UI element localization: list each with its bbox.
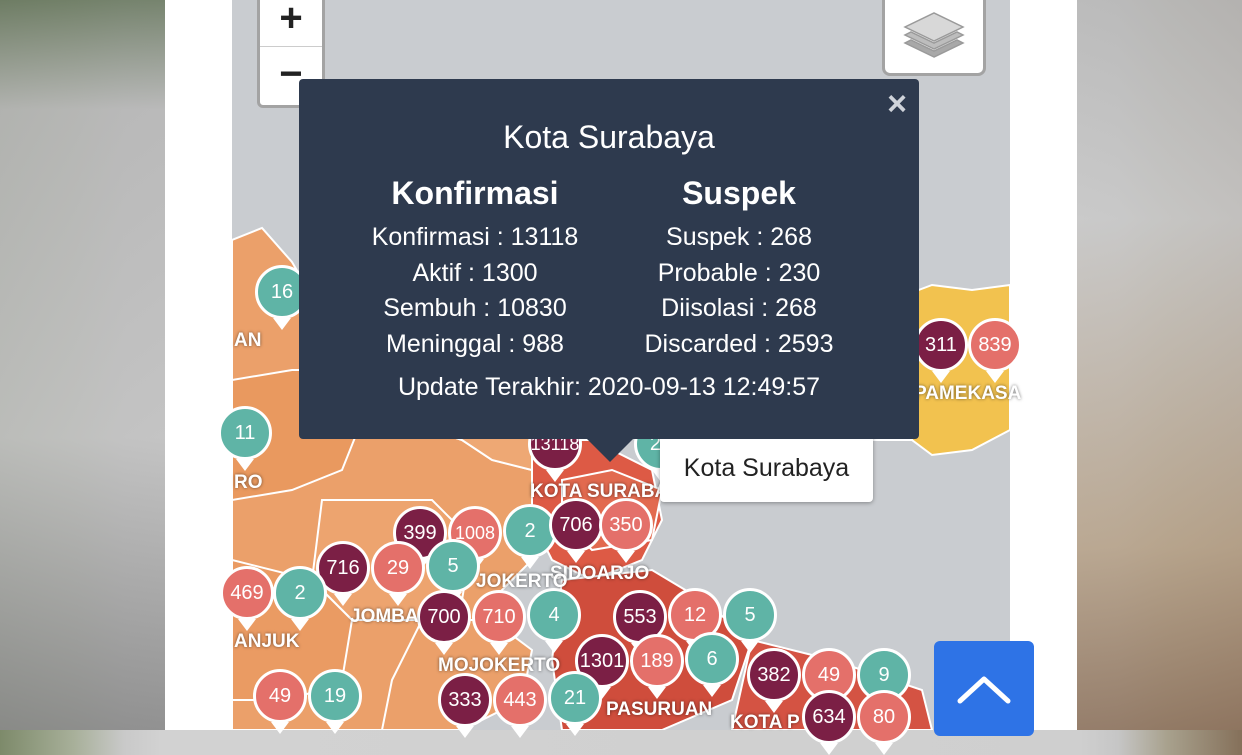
map-marker[interactable]: 839	[968, 318, 1022, 383]
map-marker[interactable]: 11	[218, 406, 272, 471]
probable-row: Probable : 230	[657, 258, 821, 287]
suspek-column: Suspek Suspek : 268 Probable : 230 Diiso…	[589, 175, 889, 362]
map-marker[interactable]: 350	[599, 498, 653, 563]
region-popup: × Kota Surabaya Konfirmasi Konfirmasi : …	[299, 79, 919, 439]
map-marker[interactable]: 710	[472, 590, 526, 655]
map-marker[interactable]: 311	[914, 318, 968, 383]
diisolasi-row: Diisolasi : 268	[661, 294, 817, 322]
region-label: ANJUK	[234, 631, 300, 652]
konfirmasi-heading: Konfirmasi	[391, 175, 559, 211]
region-label: JOMBA	[350, 606, 419, 627]
map-marker[interactable]: 382	[747, 648, 801, 713]
region-label: RO	[234, 472, 263, 493]
map-marker[interactable]: 21	[548, 671, 602, 736]
map-marker[interactable]: 189	[630, 634, 684, 699]
map-marker[interactable]: 333	[438, 673, 492, 738]
popup-title: Kota Surabaya	[503, 119, 715, 155]
map-marker[interactable]: 700	[417, 590, 471, 655]
konfirmasi-row: Konfirmasi : 13118	[371, 223, 579, 251]
aktif-row: Aktif : 1300	[412, 258, 538, 287]
map-marker[interactable]: 443	[493, 673, 547, 738]
map-marker[interactable]: 469	[220, 566, 274, 631]
region-label: KOTA P	[730, 712, 800, 733]
popup-pointer	[586, 438, 634, 462]
last-update-text: Update Terakhir: 2020-09-13 12:49:57	[397, 373, 821, 401]
sembuh-row: Sembuh : 10830	[383, 294, 567, 322]
region-label: MOJOKERTO	[438, 655, 561, 676]
map-marker[interactable]: 5	[426, 539, 480, 604]
map-marker[interactable]: 706	[549, 498, 603, 563]
map-marker[interactable]: 6	[685, 632, 739, 697]
scroll-to-top-button[interactable]	[934, 641, 1034, 736]
zoom-in-button[interactable]: +	[260, 0, 322, 46]
konfirmasi-column: Konfirmasi Konfirmasi : 13118 Aktif : 13…	[325, 175, 625, 362]
layers-button[interactable]	[882, 0, 986, 76]
map-marker[interactable]: 5	[723, 588, 777, 653]
region-label: AN	[234, 330, 262, 351]
map-marker[interactable]: 634	[802, 690, 856, 755]
layers-icon	[903, 12, 965, 58]
background-blur-right	[1077, 0, 1242, 730]
chevron-up-icon	[957, 676, 1011, 703]
map-marker[interactable]: 2	[273, 566, 327, 631]
region-label: JOKERTO	[476, 571, 568, 592]
map-marker[interactable]: 80	[857, 690, 911, 755]
region-tooltip: Kota Surabaya	[660, 434, 873, 502]
background-blur-left	[0, 0, 165, 730]
suspek-heading: Suspek	[682, 175, 796, 211]
discarded-row: Discarded : 2593	[644, 329, 834, 358]
suspek-row: Suspek : 268	[666, 223, 812, 251]
region-label: PASURUAN	[606, 699, 713, 720]
region-label: PAMEKASA	[914, 383, 1022, 404]
map-marker[interactable]: 29	[371, 541, 425, 606]
map-marker[interactable]: 4	[527, 588, 581, 653]
map-marker[interactable]: 49	[253, 669, 307, 734]
meninggal-row: Meninggal : 988	[386, 329, 564, 358]
map-marker[interactable]: 19	[308, 669, 362, 734]
